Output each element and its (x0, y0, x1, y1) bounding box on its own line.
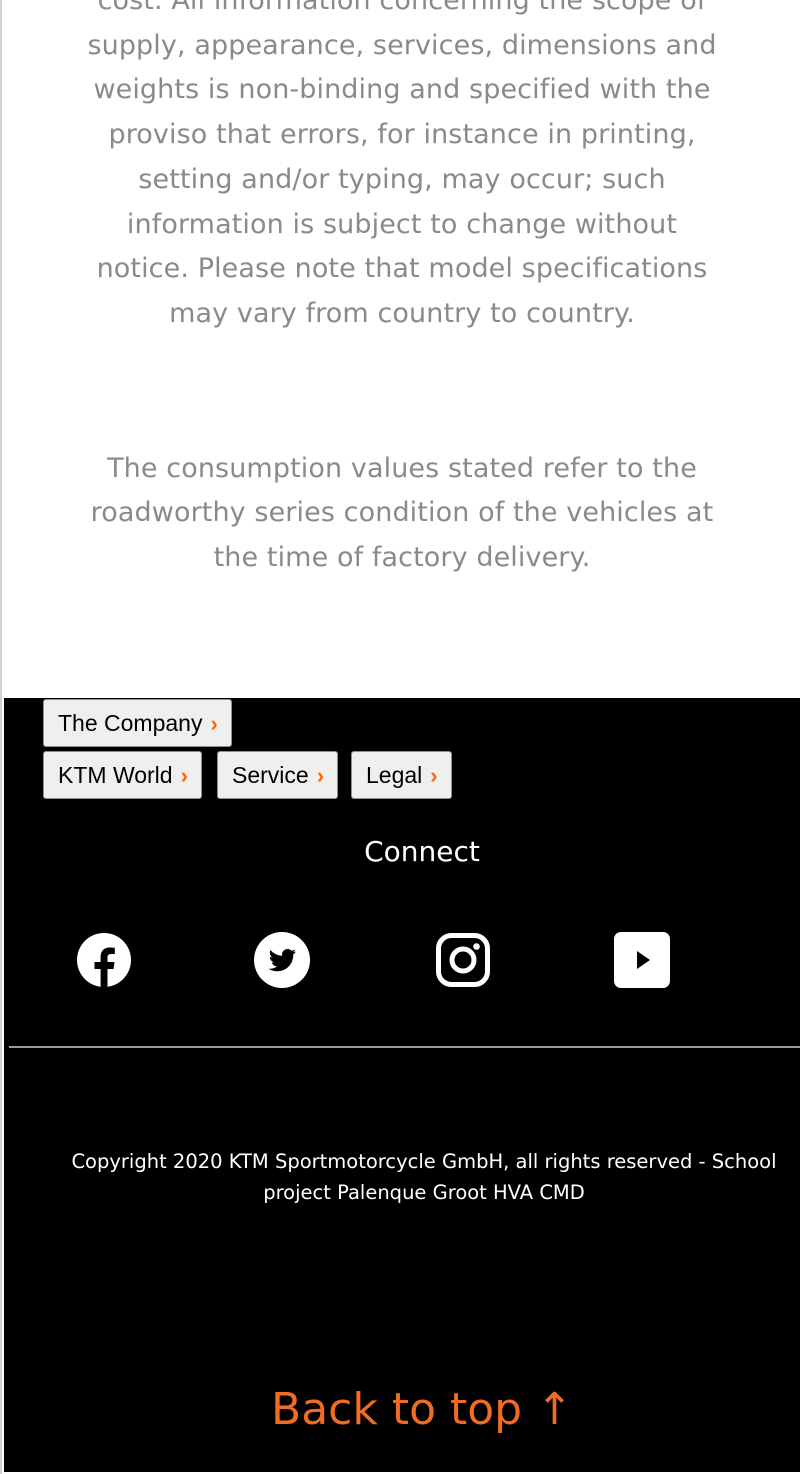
footer-menu-company-button[interactable]: The Company › (43, 699, 232, 747)
footer-menu-label: KTM World (58, 762, 173, 788)
chevron-right-icon: › (210, 711, 218, 736)
footer-menu-ktm-world-button[interactable]: KTM World › (43, 751, 202, 799)
twitter-icon[interactable] (254, 932, 310, 988)
footer-divider (9, 1046, 800, 1048)
footer-menu-label: Legal (366, 762, 423, 788)
back-to-top-link[interactable]: Back to top ↑ (4, 1382, 800, 1438)
copyright-text: Copyright 2020 KTM Sportmotorcycle GmbH,… (71, 1150, 777, 1204)
disclaimer-section: cost. All information concerning the sco… (2, 0, 800, 581)
instagram-icon[interactable] (435, 932, 491, 988)
page: cost. All information concerning the sco… (0, 0, 800, 1474)
consumption-note: The consumption values stated refer to t… (90, 452, 714, 574)
connect-heading: Connect (364, 835, 480, 868)
footer-menu-label: Service (232, 762, 309, 788)
youtube-icon[interactable] (614, 932, 670, 988)
footer-menu-service-button[interactable]: Service › (217, 751, 339, 799)
site-footer: The Company › KTM World › Service › Legal › … (4, 698, 800, 1472)
disclaimer-text: cost. All information concerning the sco… (87, 0, 717, 329)
chevron-right-icon: › (316, 763, 325, 788)
footer-menu-label: The Company (58, 710, 203, 736)
footer-menu-legal-button[interactable]: Legal › (351, 751, 452, 799)
chevron-right-icon: › (430, 763, 438, 788)
facebook-icon[interactable] (76, 932, 132, 988)
chevron-right-icon: › (180, 763, 188, 788)
